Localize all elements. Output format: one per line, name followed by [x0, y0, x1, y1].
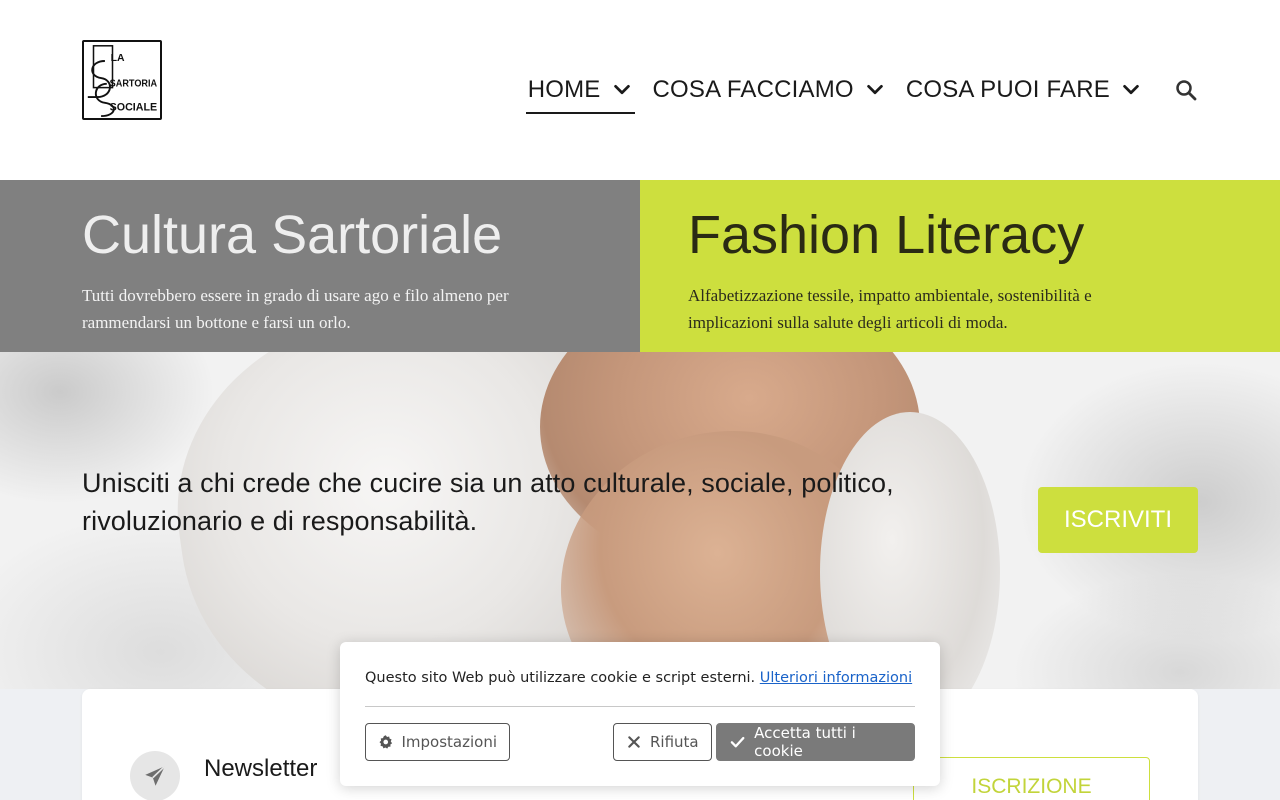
logo-mark: LA SARTORIA SOCIALE [87, 45, 158, 118]
hero-text: Unisciti a chi crede che cucire sia un a… [82, 468, 894, 536]
chevron-down-icon [1123, 84, 1139, 95]
cookie-text: Questo sito Web può utilizzare cookie e … [365, 670, 756, 686]
panel-title: Fashion Literacy [688, 205, 1085, 265]
cookie-accept-label: Accetta tutti i cookie [754, 724, 856, 760]
nav-item-home[interactable]: HOME [525, 66, 635, 114]
cookie-divider [365, 706, 915, 707]
site-logo[interactable]: LA SARTORIA SOCIALE [82, 40, 162, 120]
chevron-down-icon [867, 84, 883, 95]
nav-item-label: COSA FACCIAMO [652, 76, 854, 103]
logo-text-la: LA [111, 53, 125, 64]
check-icon [730, 736, 745, 748]
nav-item-cosa-puoi-fare[interactable]: COSA PUOI FARE [904, 66, 1144, 114]
main-nav: HOME COSA FACCIAMO COSA PUOI FARE [525, 66, 1198, 114]
site-header: LA SARTORIA SOCIALE HOME COSA FACCIAMO C… [0, 0, 1280, 180]
panel-fashion-literacy: Fashion Literacy Alfabetizzazione tessil… [640, 180, 1280, 352]
logo-text-sartoria: SARTORIA [110, 79, 157, 90]
intro-split: Cultura Sartoriale Tutti dovrebbero esse… [0, 180, 1280, 352]
close-icon [628, 736, 640, 748]
cookie-reject-button[interactable]: Rifiuta [613, 723, 712, 761]
chevron-down-icon [613, 84, 630, 95]
cookie-reject-label: Rifiuta [650, 733, 699, 751]
cookie-accept-button[interactable]: Accetta tutti i cookie [716, 723, 915, 761]
cookie-message: Questo sito Web può utilizzare cookie e … [365, 670, 912, 686]
logo-text-sociale: SOCIALE [110, 101, 158, 113]
search-icon[interactable] [1174, 78, 1198, 102]
iscrizione-button[interactable]: ISCRIZIONE [913, 757, 1150, 800]
nav-item-label: COSA PUOI FARE [905, 76, 1110, 103]
panel-cultura-sartoriale: Cultura Sartoriale Tutti dovrebbero esse… [0, 180, 640, 352]
hero-banner: Unisciti a chi crede che cucire sia un a… [0, 352, 1280, 689]
cookie-banner: Questo sito Web può utilizzare cookie e … [340, 642, 940, 786]
newsletter-title: Newsletter [204, 755, 318, 782]
nav-item-label: HOME [527, 76, 601, 103]
panel-text: Alfabetizzazione tessile, impatto ambien… [688, 286, 1092, 332]
paper-plane-icon [130, 751, 180, 800]
cookie-settings-button[interactable]: Impostazioni [365, 723, 510, 761]
panel-text: Tutti dovrebbero essere in grado di usar… [82, 286, 509, 332]
nav-item-cosa-facciamo[interactable]: COSA FACCIAMO [651, 66, 888, 114]
gear-icon [379, 735, 393, 749]
cookie-info-link[interactable]: Ulteriori informazioni [760, 670, 912, 686]
cookie-settings-label: Impostazioni [401, 733, 497, 751]
panel-title: Cultura Sartoriale [82, 205, 503, 265]
iscriviti-button[interactable]: ISCRIVITI [1038, 487, 1198, 553]
